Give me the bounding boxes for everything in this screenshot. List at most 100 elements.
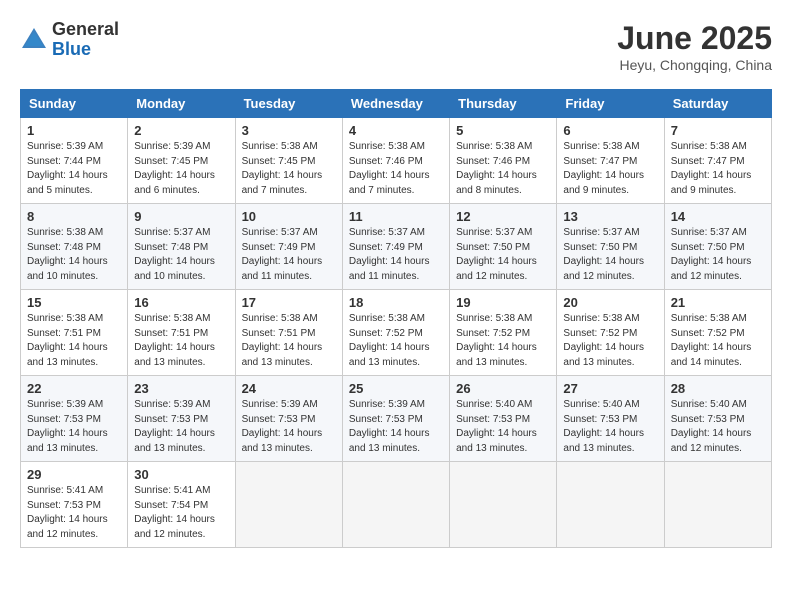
day-info: Sunrise: 5:38 AMSunset: 7:51 PMDaylight:…	[27, 312, 121, 370]
calendar-day-cell: 13 Sunrise: 5:37 AMSunset: 7:50 PMDayligh…	[557, 204, 664, 290]
day-info: Sunrise: 5:38 AMSunset: 7:45 PMDaylight:…	[242, 140, 336, 198]
day-number: 11	[349, 209, 443, 224]
day-info: Sunrise: 5:39 AMSunset: 7:45 PMDaylight:…	[134, 140, 228, 198]
day-info: Sunrise: 5:40 AMSunset: 7:53 PMDaylight:…	[456, 398, 550, 456]
calendar-day-cell: 4 Sunrise: 5:38 AMSunset: 7:46 PMDaylight…	[342, 118, 449, 204]
day-info: Sunrise: 5:37 AMSunset: 7:50 PMDaylight:…	[456, 226, 550, 284]
day-info: Sunrise: 5:40 AMSunset: 7:53 PMDaylight:…	[671, 398, 765, 456]
calendar-day-cell: 1 Sunrise: 5:39 AMSunset: 7:44 PMDaylight…	[21, 118, 128, 204]
day-number: 15	[27, 295, 121, 310]
day-info: Sunrise: 5:38 AMSunset: 7:52 PMDaylight:…	[563, 312, 657, 370]
day-number: 24	[242, 381, 336, 396]
calendar-empty-cell	[342, 462, 449, 548]
calendar-day-cell: 8Sunrise: 5:38 AMSunset: 7:48 PMDaylight…	[21, 204, 128, 290]
calendar-day-cell: 26Sunrise: 5:40 AMSunset: 7:53 PMDayligh…	[450, 376, 557, 462]
day-number: 8	[27, 209, 121, 224]
calendar-day-cell: 25 Sunrise: 5:39 AMSunset: 7:53 PMDayligh…	[342, 376, 449, 462]
day-info: Sunrise: 5:37 AMSunset: 7:50 PMDaylight:…	[671, 226, 765, 284]
calendar-week-row: 15 Sunrise: 5:38 AMSunset: 7:51 PMDayligh…	[21, 290, 772, 376]
day-number: 25	[349, 381, 443, 396]
calendar-day-cell: 7 Sunrise: 5:38 AMSunset: 7:47 PMDaylight…	[664, 118, 771, 204]
col-monday: Monday	[128, 90, 235, 118]
logo-icon	[20, 26, 48, 54]
calendar-week-row: 22 Sunrise: 5:39 AMSunset: 7:53 PMDayligh…	[21, 376, 772, 462]
calendar-day-cell: 21Sunrise: 5:38 AMSunset: 7:52 PMDayligh…	[664, 290, 771, 376]
day-number: 30	[134, 467, 228, 482]
day-info: Sunrise: 5:37 AMSunset: 7:49 PMDaylight:…	[242, 226, 336, 284]
calendar-header-row: Sunday Monday Tuesday Wednesday Thursday…	[21, 90, 772, 118]
calendar-day-cell: 16 Sunrise: 5:38 AMSunset: 7:51 PMDayligh…	[128, 290, 235, 376]
col-wednesday: Wednesday	[342, 90, 449, 118]
day-number: 6	[563, 123, 657, 138]
calendar-day-cell: 9 Sunrise: 5:37 AMSunset: 7:48 PMDaylight…	[128, 204, 235, 290]
day-number: 3	[242, 123, 336, 138]
calendar-day-cell: 19 Sunrise: 5:38 AMSunset: 7:52 PMDayligh…	[450, 290, 557, 376]
day-info: Sunrise: 5:39 AMSunset: 7:53 PMDaylight:…	[349, 398, 443, 456]
calendar-day-cell: 20Sunrise: 5:38 AMSunset: 7:52 PMDayligh…	[557, 290, 664, 376]
calendar-day-cell: 11Sunrise: 5:37 AMSunset: 7:49 PMDayligh…	[342, 204, 449, 290]
day-number: 12	[456, 209, 550, 224]
day-number: 4	[349, 123, 443, 138]
day-number: 29	[27, 467, 121, 482]
day-number: 9	[134, 209, 228, 224]
calendar-day-cell: 22 Sunrise: 5:39 AMSunset: 7:53 PMDayligh…	[21, 376, 128, 462]
calendar-day-cell: 29 Sunrise: 5:41 AMSunset: 7:53 PMDayligh…	[21, 462, 128, 548]
calendar-day-cell: 14 Sunrise: 5:37 AMSunset: 7:50 PMDayligh…	[664, 204, 771, 290]
day-info: Sunrise: 5:39 AMSunset: 7:53 PMDaylight:…	[242, 398, 336, 456]
day-info: Sunrise: 5:38 AMSunset: 7:52 PMDaylight:…	[456, 312, 550, 370]
calendar-day-cell: 15 Sunrise: 5:38 AMSunset: 7:51 PMDayligh…	[21, 290, 128, 376]
logo-general: General	[52, 19, 119, 39]
calendar-day-cell: 17Sunrise: 5:38 AMSunset: 7:51 PMDayligh…	[235, 290, 342, 376]
calendar-week-row: 29 Sunrise: 5:41 AMSunset: 7:53 PMDayligh…	[21, 462, 772, 548]
day-info: Sunrise: 5:38 AMSunset: 7:46 PMDaylight:…	[456, 140, 550, 198]
calendar-day-cell: 28 Sunrise: 5:40 AMSunset: 7:53 PMDayligh…	[664, 376, 771, 462]
day-number: 19	[456, 295, 550, 310]
day-info: Sunrise: 5:39 AMSunset: 7:44 PMDaylight:…	[27, 140, 121, 198]
day-number: 23	[134, 381, 228, 396]
day-number: 18	[349, 295, 443, 310]
calendar-day-cell: 23 Sunrise: 5:39 AMSunset: 7:53 PMDayligh…	[128, 376, 235, 462]
page-header: General Blue June 2025 Heyu, Chongqing, …	[20, 20, 772, 73]
day-info: Sunrise: 5:38 AMSunset: 7:51 PMDaylight:…	[134, 312, 228, 370]
day-number: 1	[27, 123, 121, 138]
calendar-week-row: 1 Sunrise: 5:39 AMSunset: 7:44 PMDaylight…	[21, 118, 772, 204]
calendar-day-cell: 10Sunrise: 5:37 AMSunset: 7:49 PMDayligh…	[235, 204, 342, 290]
day-number: 16	[134, 295, 228, 310]
title-block: June 2025 Heyu, Chongqing, China	[617, 20, 772, 73]
logo-text: General Blue	[52, 20, 119, 60]
calendar-day-cell: 6 Sunrise: 5:38 AMSunset: 7:47 PMDaylight…	[557, 118, 664, 204]
day-number: 7	[671, 123, 765, 138]
day-info: Sunrise: 5:39 AMSunset: 7:53 PMDaylight:…	[27, 398, 121, 456]
calendar-empty-cell	[235, 462, 342, 548]
day-number: 21	[671, 295, 765, 310]
day-info: Sunrise: 5:38 AMSunset: 7:52 PMDaylight:…	[349, 312, 443, 370]
calendar-day-cell: 30 Sunrise: 5:41 AMSunset: 7:54 PMDayligh…	[128, 462, 235, 548]
month-title: June 2025	[617, 20, 772, 57]
day-info: Sunrise: 5:38 AMSunset: 7:47 PMDaylight:…	[671, 140, 765, 198]
day-info: Sunrise: 5:39 AMSunset: 7:53 PMDaylight:…	[134, 398, 228, 456]
day-info: Sunrise: 5:40 AMSunset: 7:53 PMDaylight:…	[563, 398, 657, 456]
calendar-week-row: 8Sunrise: 5:38 AMSunset: 7:48 PMDaylight…	[21, 204, 772, 290]
day-number: 5	[456, 123, 550, 138]
day-number: 13	[563, 209, 657, 224]
day-info: Sunrise: 5:41 AMSunset: 7:53 PMDaylight:…	[27, 484, 121, 542]
calendar-day-cell: 27 Sunrise: 5:40 AMSunset: 7:53 PMDayligh…	[557, 376, 664, 462]
col-friday: Friday	[557, 90, 664, 118]
day-number: 22	[27, 381, 121, 396]
day-number: 28	[671, 381, 765, 396]
calendar-empty-cell	[450, 462, 557, 548]
calendar-day-cell: 18 Sunrise: 5:38 AMSunset: 7:52 PMDayligh…	[342, 290, 449, 376]
day-info: Sunrise: 5:38 AMSunset: 7:46 PMDaylight:…	[349, 140, 443, 198]
col-sunday: Sunday	[21, 90, 128, 118]
day-info: Sunrise: 5:38 AMSunset: 7:47 PMDaylight:…	[563, 140, 657, 198]
day-info: Sunrise: 5:37 AMSunset: 7:50 PMDaylight:…	[563, 226, 657, 284]
day-info: Sunrise: 5:41 AMSunset: 7:54 PMDaylight:…	[134, 484, 228, 542]
calendar-day-cell: 2Sunrise: 5:39 AMSunset: 7:45 PMDaylight…	[128, 118, 235, 204]
logo-blue: Blue	[52, 39, 91, 59]
location: Heyu, Chongqing, China	[617, 57, 772, 73]
col-tuesday: Tuesday	[235, 90, 342, 118]
day-number: 27	[563, 381, 657, 396]
calendar-day-cell: 12 Sunrise: 5:37 AMSunset: 7:50 PMDayligh…	[450, 204, 557, 290]
day-info: Sunrise: 5:37 AMSunset: 7:48 PMDaylight:…	[134, 226, 228, 284]
day-number: 14	[671, 209, 765, 224]
